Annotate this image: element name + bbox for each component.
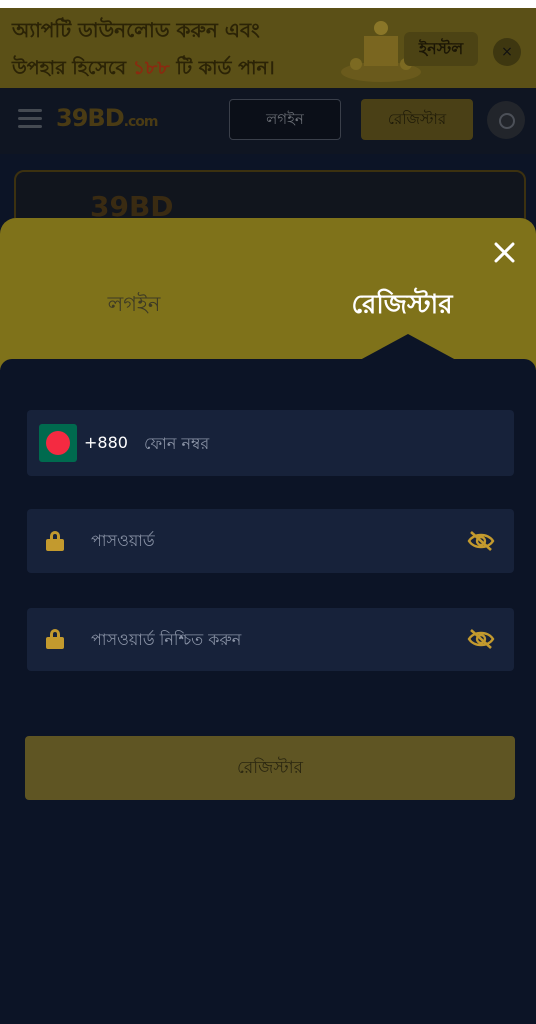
password-input[interactable]	[91, 527, 451, 553]
promo-text-line2: উপহার হিসেবে ১৮৮ টি কার্ড পান।	[12, 54, 275, 86]
menu-icon[interactable]	[18, 109, 42, 129]
promo-card-count: ১৮৮	[132, 57, 170, 79]
bangladesh-flag-icon[interactable]	[39, 424, 77, 462]
header-login-button[interactable]: লগইন	[229, 99, 341, 140]
close-icon[interactable]	[490, 238, 520, 268]
country-code[interactable]: +880	[84, 433, 128, 452]
phone-input[interactable]	[144, 430, 484, 456]
eye-off-icon[interactable]	[467, 530, 495, 552]
header-register-button[interactable]: রেজিস্টার	[361, 99, 473, 140]
tab-register[interactable]: রেজিস্টার	[268, 284, 536, 328]
close-banner-button[interactable]: ×	[493, 38, 521, 66]
modal-header: লগইন রেজিস্টার	[0, 218, 536, 370]
active-tab-pointer	[360, 334, 456, 360]
logo-suffix-text: .com	[123, 114, 159, 130]
lock-icon	[46, 629, 64, 649]
site-logo[interactable]: 39BD.com	[56, 104, 159, 132]
promo-text-line1: অ্যাপটি ডাউনলোড করুন এবং	[12, 18, 260, 42]
password-field[interactable]	[27, 509, 514, 573]
promo-text-after: টি কার্ড পান।	[176, 57, 275, 79]
register-page: অ্যাপটি ডাউনলোড করুন এবং উপহার হিসেবে ১৮…	[0, 0, 536, 1024]
app-download-banner: অ্যাপটি ডাউনলোড করুন এবং উপহার হিসেবে ১৮…	[0, 0, 536, 88]
headset-icon[interactable]	[487, 101, 525, 139]
logo-main-text: 39BD	[56, 104, 125, 132]
install-app-button[interactable]: ইনস্টল	[404, 32, 478, 66]
promo-text-before: উপহার হিসেবে	[12, 57, 127, 79]
phone-field[interactable]: +880	[27, 410, 514, 476]
register-modal: লগইন রেজিস্টার +880 ফোন নম্বর রেজিস্টার	[0, 218, 536, 1024]
lock-icon	[46, 531, 64, 551]
confirm-password-field[interactable]	[27, 608, 514, 671]
eye-off-icon[interactable]	[467, 628, 495, 650]
register-submit-button[interactable]: রেজিস্টার	[25, 736, 515, 800]
tab-login[interactable]: লগইন	[0, 288, 268, 323]
confirm-password-input[interactable]	[91, 626, 451, 652]
